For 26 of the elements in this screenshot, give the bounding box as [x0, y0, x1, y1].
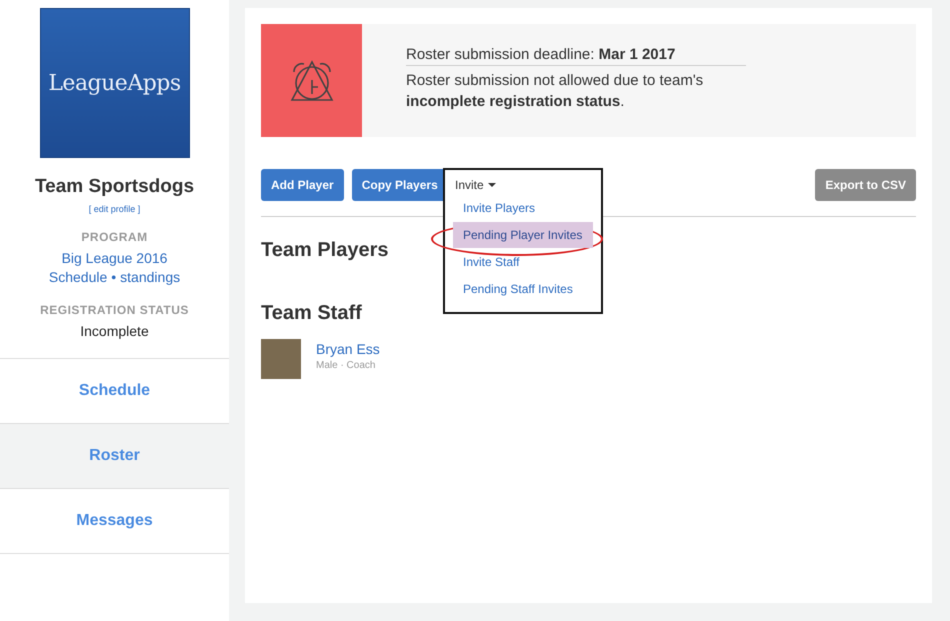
- section-heading: Team Players: [261, 239, 388, 262]
- alert-message: Roster submission not allowed due to team's incomplete registration status.: [406, 71, 704, 112]
- section-heading: Team Staff: [261, 302, 362, 325]
- standings-link[interactable]: standings: [120, 269, 180, 285]
- staff-name-link[interactable]: Bryan Ess: [316, 341, 380, 357]
- nav-item[interactable]: Roster: [0, 424, 229, 489]
- staff-details: Male · Coach: [316, 360, 376, 371]
- menu-item[interactable]: Pending Player Invites: [453, 222, 593, 248]
- menu-item[interactable]: Invite Players: [453, 195, 593, 221]
- invite-dropdown-button[interactable]: Invite: [453, 176, 498, 194]
- schedule-link[interactable]: Schedule: [48, 269, 108, 285]
- status-value: Incomplete: [80, 323, 149, 339]
- program-label: PROGRAM: [81, 230, 148, 244]
- status-label: REGISTRATION STATUS: [40, 303, 189, 317]
- deadline-text: Roster submission deadline: Mar 1 2017: [406, 46, 746, 66]
- menu-item[interactable]: Pending Staff Invites: [453, 276, 593, 302]
- separator-dot: •: [111, 269, 116, 285]
- menu-item[interactable]: Invite Staff: [453, 249, 593, 275]
- team-logo: LeagueApps: [40, 8, 190, 158]
- nav-item[interactable]: Messages: [0, 489, 229, 554]
- edit-profile-link[interactable]: [ edit profile ]: [88, 204, 140, 214]
- program-link[interactable]: Big League 2016: [62, 250, 168, 266]
- photo-placeholder: [261, 339, 301, 379]
- team-name: Team Sportsdogs: [34, 176, 194, 198]
- action-button[interactable]: Add Player: [261, 169, 344, 201]
- export-csv-button[interactable]: Export to CSV: [815, 169, 916, 201]
